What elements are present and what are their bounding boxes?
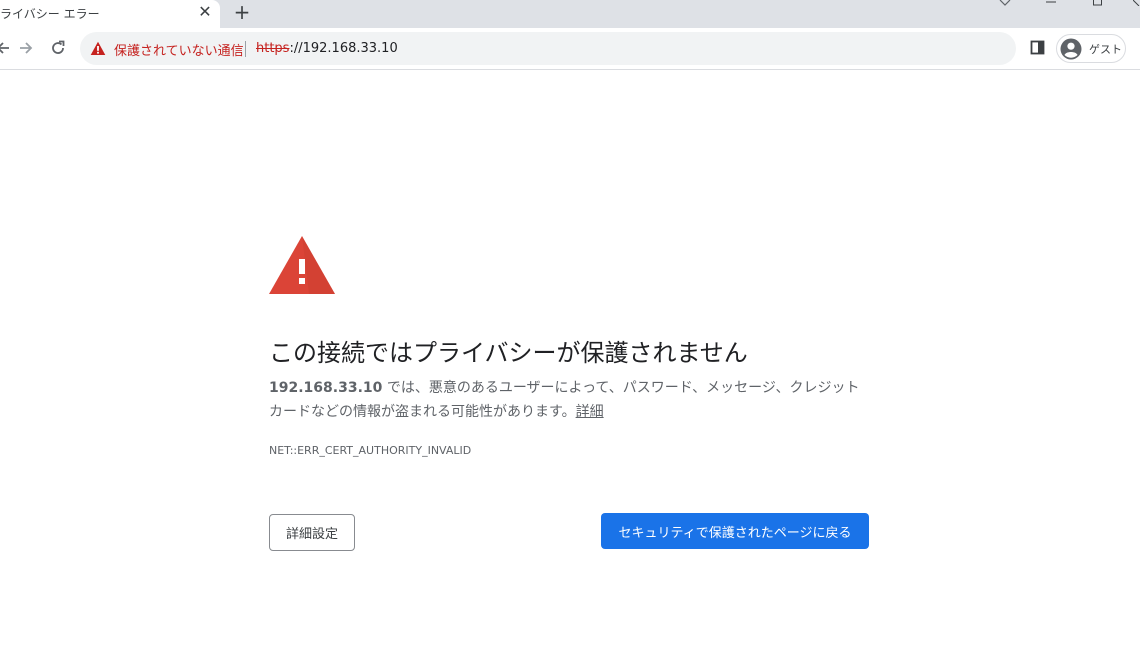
- security-status-label[interactable]: 保護されていない通信: [114, 40, 244, 59]
- tab-title: ライバシー エラー: [0, 7, 100, 21]
- tab-search-icon[interactable]: [999, 0, 1011, 8]
- browser-toolbar: 保護されていない通信 https://192.168.33.10 ゲスト: [0, 28, 1140, 70]
- plus-icon[interactable]: +: [231, 1, 253, 23]
- minimize-icon[interactable]: [1045, 0, 1057, 8]
- url-host: ://192.168.33.10: [289, 41, 398, 56]
- reload-icon[interactable]: [47, 37, 69, 59]
- learn-more-link[interactable]: 詳細: [576, 404, 604, 420]
- account-circle-icon: [1060, 38, 1082, 64]
- address-bar-divider: [245, 41, 246, 57]
- page-title: この接続ではプライバシーが保護されません: [269, 339, 748, 367]
- maximize-icon[interactable]: [1092, 0, 1104, 8]
- address-bar[interactable]: 保護されていない通信 https://192.168.33.10: [80, 32, 1016, 65]
- side-panel-icon[interactable]: [1028, 38, 1048, 58]
- profile-button[interactable]: ゲスト: [1056, 34, 1126, 63]
- error-code: NET::ERR_CERT_AUTHORITY_INVALID: [269, 444, 472, 457]
- large-warning-triangle-icon: [269, 236, 335, 294]
- url-text[interactable]: https://192.168.33.10: [256, 41, 398, 56]
- warning-triangle-icon[interactable]: [90, 41, 106, 60]
- close-window-icon[interactable]: [1133, 0, 1140, 8]
- back-to-safety-button[interactable]: セキュリティで保護されたページに戻る: [601, 513, 869, 549]
- back-arrow-icon[interactable]: [0, 37, 14, 59]
- profile-label: ゲスト: [1089, 43, 1122, 56]
- interstitial-page: この接続ではプライバシーが保護されません 192.168.33.10 では、悪意…: [0, 71, 1140, 650]
- explanation-paragraph: 192.168.33.10 では、悪意のあるユーザーによって、パスワード、メッセ…: [269, 376, 869, 424]
- hostname-text: 192.168.33.10: [269, 380, 383, 396]
- close-icon[interactable]: ✕: [196, 3, 214, 21]
- url-scheme: https: [256, 41, 290, 56]
- advanced-button[interactable]: 詳細設定: [269, 514, 355, 551]
- tab-strip: ライバシー エラー ✕ +: [0, 0, 1140, 28]
- active-tab[interactable]: ライバシー エラー ✕: [0, 0, 220, 28]
- forward-arrow-icon[interactable]: [15, 37, 37, 59]
